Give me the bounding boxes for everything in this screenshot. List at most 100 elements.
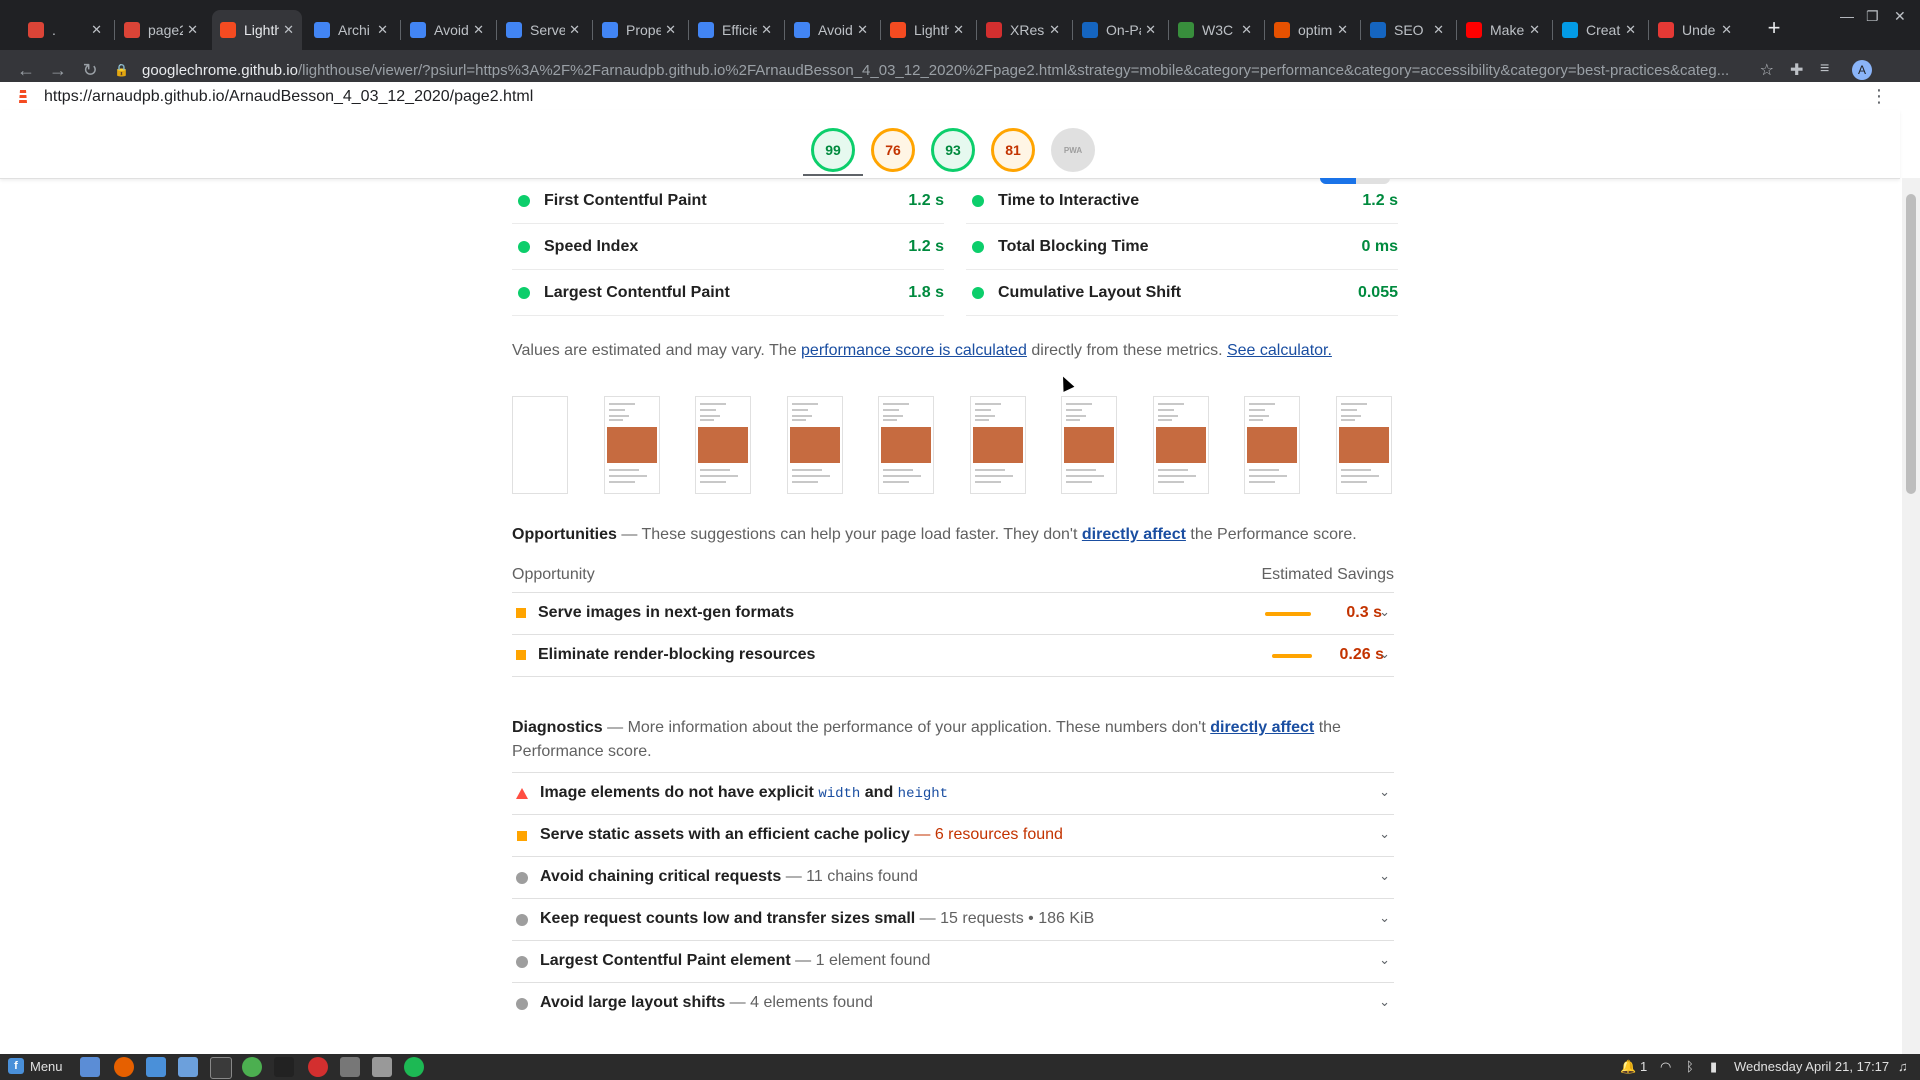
diagnostic-row[interactable]: Serve static assets with an efficient ca… xyxy=(512,814,1394,856)
forward-icon[interactable]: → xyxy=(44,56,72,84)
profile-avatar[interactable]: A xyxy=(1852,60,1872,80)
music-note-icon[interactable]: ♫ xyxy=(1898,1059,1908,1074)
opera-icon[interactable] xyxy=(308,1057,328,1077)
chevron-down-icon[interactable]: ⌄ xyxy=(1379,994,1390,1010)
restore-button[interactable]: ❐ xyxy=(1866,8,1879,25)
close-tab-icon[interactable]: ✕ xyxy=(1721,22,1732,38)
browser-tab[interactable]: Creat ✕ xyxy=(1554,10,1644,50)
files-icon[interactable] xyxy=(178,1057,198,1077)
score-gauge[interactable]: 99 xyxy=(811,128,855,172)
close-tab-icon[interactable]: ✕ xyxy=(1049,22,1060,38)
browser-tab[interactable]: SEO ✕ xyxy=(1362,10,1452,50)
chrome-icon[interactable] xyxy=(242,1057,262,1077)
report-url[interactable]: https://arnaudpb.github.io/ArnaudBesson_… xyxy=(44,88,533,106)
frame-text-line xyxy=(1157,415,1178,417)
bookmark-star-icon[interactable]: ☆ xyxy=(1760,60,1774,80)
chevron-down-icon[interactable]: ⌄ xyxy=(1379,952,1390,968)
browser-tab[interactable]: W3C ✕ xyxy=(1170,10,1260,50)
see-calculator-link[interactable]: See calculator. xyxy=(1227,342,1332,359)
chevron-down-icon[interactable]: ⌄ xyxy=(1379,826,1390,842)
wifi-icon[interactable]: ◠ xyxy=(1660,1059,1671,1075)
browser-tab[interactable]: Make ✕ xyxy=(1458,10,1548,50)
minimize-button[interactable]: — xyxy=(1840,8,1854,24)
browser-tab[interactable]: Archi ✕ xyxy=(306,10,396,50)
chevron-down-icon[interactable]: ⌄ xyxy=(1379,646,1390,662)
browser-tab[interactable]: page2 ✕ xyxy=(116,10,206,50)
chevron-down-icon[interactable]: ⌄ xyxy=(1379,604,1390,620)
close-tab-icon[interactable]: ✕ xyxy=(1337,22,1348,38)
score-gauge[interactable]: 93 xyxy=(931,128,975,172)
close-tab-icon[interactable]: ✕ xyxy=(1145,22,1156,38)
diagnostic-row[interactable]: Avoid chaining critical requests — 11 ch… xyxy=(512,856,1394,898)
close-tab-icon[interactable]: ✕ xyxy=(569,22,580,38)
score-gauge[interactable]: 81 xyxy=(991,128,1035,172)
diagnostics-directly-affect-link[interactable]: directly affect xyxy=(1210,719,1314,736)
score-gauge[interactable]: PWA xyxy=(1051,128,1095,172)
browser-tab[interactable]: XResp✕ xyxy=(978,10,1068,50)
opportunity-row[interactable]: Eliminate render-blocking resources 0.26 … xyxy=(512,634,1394,677)
close-tab-icon[interactable]: ✕ xyxy=(761,22,772,38)
gimp-icon[interactable] xyxy=(340,1057,360,1077)
console-icon[interactable] xyxy=(274,1057,294,1077)
browser-tab[interactable]: Avoid ✕ xyxy=(402,10,492,50)
close-tab-icon[interactable]: ✕ xyxy=(377,22,388,38)
diagnostic-row[interactable]: Largest Contentful Paint element — 1 ele… xyxy=(512,940,1394,982)
frame-text-line xyxy=(1340,403,1367,405)
menu-label: Menu xyxy=(30,1058,63,1074)
close-window-button[interactable]: ✕ xyxy=(1894,8,1906,25)
media-controls-icon[interactable]: ≡ xyxy=(1820,60,1829,78)
score-gauge[interactable]: 76 xyxy=(871,128,915,172)
notification-icon[interactable]: 🔔 xyxy=(1620,1059,1636,1075)
diagnostic-row[interactable]: Keep request counts low and transfer siz… xyxy=(512,898,1394,940)
frame-text-line xyxy=(1249,419,1263,421)
close-tab-icon[interactable]: ✕ xyxy=(1529,22,1540,38)
browser-tab[interactable]: On-Pa✕ xyxy=(1074,10,1164,50)
close-tab-icon[interactable]: ✕ xyxy=(91,22,102,38)
bluetooth-icon[interactable]: ᛒ xyxy=(1686,1059,1694,1074)
mail-icon[interactable] xyxy=(146,1057,166,1077)
scrollbar-thumb[interactable] xyxy=(1906,194,1916,494)
chevron-down-icon[interactable]: ⌄ xyxy=(1379,784,1390,800)
diagnostic-row[interactable]: Image elements do not have explicit widt… xyxy=(512,772,1394,814)
close-tab-icon[interactable]: ✕ xyxy=(1433,22,1444,38)
browser-tab[interactable]: Lighth ✕ xyxy=(882,10,972,50)
close-tab-icon[interactable]: ✕ xyxy=(953,22,964,38)
reload-icon[interactable]: ↻ xyxy=(76,56,104,84)
browser-tab[interactable]: Unde ✕ xyxy=(1650,10,1740,50)
close-tab-icon[interactable]: ✕ xyxy=(473,22,484,38)
battery-icon[interactable]: ▮ xyxy=(1710,1059,1717,1075)
browser-tab[interactable]: Lighth ✕ xyxy=(212,10,302,50)
diagnostic-row[interactable]: Avoid large layout shifts — 4 elements f… xyxy=(512,982,1394,1024)
browser-tab[interactable]: . ✕ xyxy=(20,10,110,50)
close-tab-icon[interactable]: ✕ xyxy=(1625,22,1636,38)
close-tab-icon[interactable]: ✕ xyxy=(665,22,676,38)
back-icon[interactable]: ← xyxy=(12,56,40,84)
spotify-icon[interactable] xyxy=(404,1057,424,1077)
chevron-down-icon[interactable]: ⌄ xyxy=(1379,868,1390,884)
browser-tab[interactable]: Prope ✕ xyxy=(594,10,684,50)
close-tab-icon[interactable]: ✕ xyxy=(283,22,294,38)
opportunity-row[interactable]: Serve images in next-gen formats 0.3 s ⌄ xyxy=(512,592,1394,635)
text-editor-icon[interactable] xyxy=(372,1057,392,1077)
browser-tab[interactable]: Efficie ✕ xyxy=(690,10,780,50)
extensions-icon[interactable]: ✚ xyxy=(1790,60,1803,80)
page-scrollbar[interactable] xyxy=(1902,178,1920,1054)
score-calculated-link[interactable]: performance score is calculated xyxy=(801,342,1027,359)
frame-text-line xyxy=(974,403,1001,405)
more-menu-icon[interactable]: ⋮ xyxy=(1870,86,1888,107)
start-menu-button[interactable]: f Menu xyxy=(8,1058,63,1074)
close-tab-icon[interactable]: ✕ xyxy=(187,22,198,38)
close-tab-icon[interactable]: ✕ xyxy=(1241,22,1252,38)
browser-tab[interactable]: optim ✕ xyxy=(1266,10,1356,50)
close-tab-icon[interactable]: ✕ xyxy=(857,22,868,38)
tab-title: XResp xyxy=(1010,22,1045,38)
chevron-down-icon[interactable]: ⌄ xyxy=(1379,910,1390,926)
metric-value: 1.2 s xyxy=(1362,191,1398,209)
terminal-icon[interactable] xyxy=(210,1057,232,1079)
firefox-icon[interactable] xyxy=(114,1057,134,1077)
show-desktop-icon[interactable] xyxy=(80,1057,100,1077)
browser-tab[interactable]: Avoid ✕ xyxy=(786,10,876,50)
directly-affect-link[interactable]: directly affect xyxy=(1082,526,1186,543)
browser-tab[interactable]: Serve ✕ xyxy=(498,10,588,50)
new-tab-button[interactable]: + xyxy=(1760,14,1788,42)
